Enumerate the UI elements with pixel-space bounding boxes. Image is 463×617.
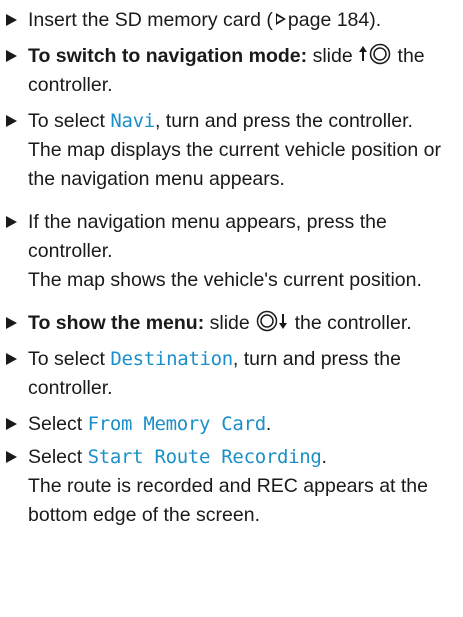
page-reference-link[interactable]: page 184 <box>288 9 369 31</box>
step-select-destination: To select Destination, turn and press th… <box>0 345 463 403</box>
step-text: Select <box>28 413 88 435</box>
step-text: Insert the SD memory card ( <box>28 9 273 31</box>
step-text-end: . <box>265 413 272 435</box>
step-switch-navigation-mode: To switch to navigation mode: slide the … <box>0 42 463 100</box>
step-result: The map shows the vehicle's current posi… <box>28 269 422 291</box>
bullet-icon <box>6 14 17 26</box>
step-result: The route is recorded and REC appears at… <box>28 475 428 526</box>
bullet-icon <box>6 317 17 329</box>
step-text: slide <box>307 45 359 67</box>
step-select-from-memory-card: Select From Memory Card. <box>0 410 463 439</box>
step-heading: To show the menu: <box>28 312 205 334</box>
step-text-end: ). <box>369 9 382 31</box>
bullet-icon <box>6 418 17 430</box>
step-text: To select <box>28 110 111 132</box>
step-start-route-recording: Select Start Route Recording. The route … <box>0 443 463 530</box>
menu-item-destination: Destination <box>110 348 233 370</box>
step-select-navi: To select Navi, turn and press the contr… <box>0 107 463 194</box>
step-insert-sd-card: Insert the SD memory card ( page 184). <box>0 6 463 35</box>
step-text: slide <box>204 312 256 334</box>
bullet-icon <box>6 353 17 365</box>
instruction-page: Insert the SD memory card ( page 184). To… <box>0 0 463 537</box>
step-show-menu: To show the menu: slide the controller. <box>0 309 463 338</box>
step-text: Select <box>28 446 88 468</box>
step-text-end: , turn and press the controller. <box>154 110 413 132</box>
bullet-icon <box>6 451 17 463</box>
bullet-icon <box>6 50 17 62</box>
step-text: To select <box>28 348 111 370</box>
bullet-icon <box>6 216 17 228</box>
step-heading: To switch to navigation mode: <box>28 45 308 67</box>
step-text: If the navigation menu appears, press th… <box>28 211 387 262</box>
step-result: The map displays the current vehicle pos… <box>28 139 441 190</box>
bullet-icon <box>6 115 17 127</box>
step-text-end: . <box>321 446 327 468</box>
slide-up-controller-icon <box>359 43 391 65</box>
hollow-triangle-icon <box>275 13 286 25</box>
slide-down-controller-icon <box>256 310 288 332</box>
menu-item-from-memory-card: From Memory Card <box>87 413 267 435</box>
step-text-end: the controller. <box>289 312 412 334</box>
step-navigation-menu-appears: If the navigation menu appears, press th… <box>0 208 463 295</box>
menu-item-start-route-recording: Start Route Recording <box>87 446 322 468</box>
menu-item-navi: Navi <box>110 110 155 132</box>
